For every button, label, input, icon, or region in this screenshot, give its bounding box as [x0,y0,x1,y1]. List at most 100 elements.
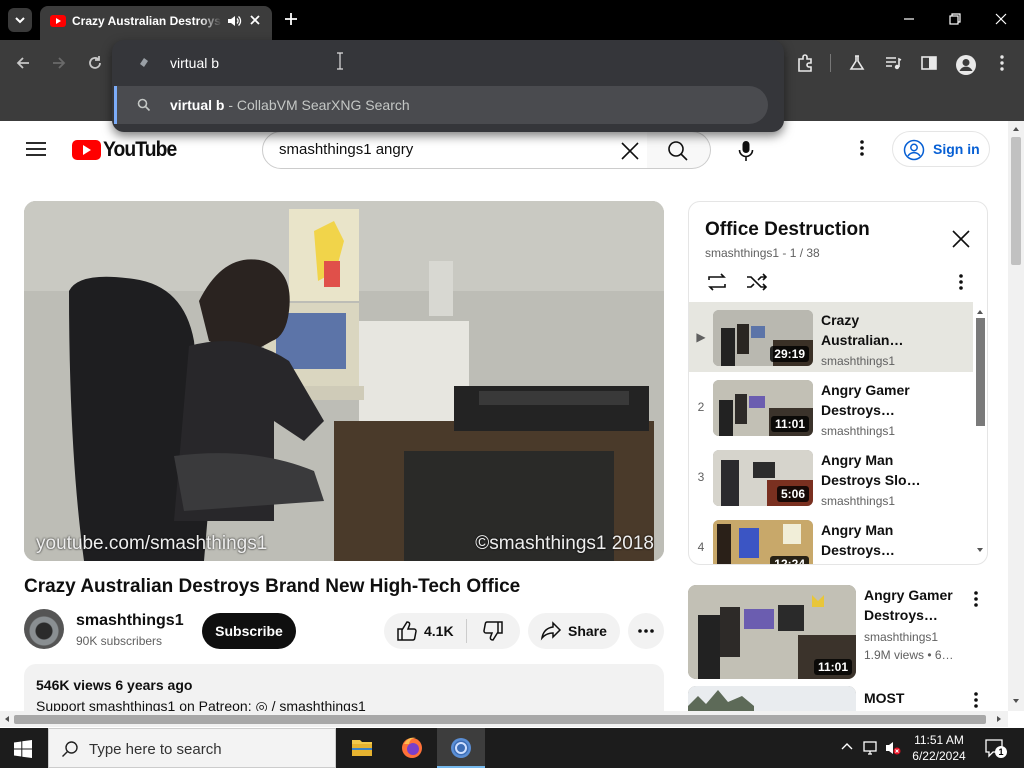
chrome-app[interactable] [437,728,485,768]
browser-tab[interactable]: Crazy Australian Destroys Brand New High… [40,6,272,40]
taskbar-search-box[interactable]: Type here to search [48,728,336,768]
page-vertical-scrollbar[interactable] [1008,121,1024,711]
notification-count-badge: 1 [995,746,1007,758]
reload-icon[interactable] [86,54,104,72]
share-label: Share [568,623,607,639]
close-icon[interactable] [951,229,971,249]
chevron-down-icon [15,17,25,24]
speaker-icon[interactable] [226,13,242,29]
recommended-title: Angry Gamer Destroys… [864,587,953,623]
taskbar-search-placeholder: Type here to search [89,741,222,758]
playlist-item-title: Angry Man Destroys Slo… [821,452,921,488]
restore-icon[interactable] [948,12,962,26]
vertical-scroll-thumb[interactable] [1011,137,1021,265]
folder-icon [352,740,372,756]
horizontal-scroll-thumb[interactable] [14,715,986,724]
extensions-icon[interactable] [796,54,814,72]
hamburger-menu-icon[interactable] [26,141,46,157]
playlist-item[interactable]: 4 12:24 Angry Man Destroys… smashthings1 [689,512,973,564]
page-horizontal-scrollbar[interactable] [0,711,1008,727]
video-watermark-left: youtube.com/smashthings1 [36,533,268,554]
profile-avatar-icon[interactable] [955,54,977,76]
suggestion-text: virtual b - CollabVM SearXNG Search [170,97,410,113]
thumbs-down-icon[interactable] [482,621,504,641]
settings-more-icon[interactable] [852,138,872,158]
close-tab-icon[interactable] [248,13,262,27]
like-dislike-group: 4.1K [384,613,520,649]
youtube-search-input[interactable]: smashthings1 angry [262,131,648,169]
windows-taskbar: Type here to search 11:51 AM 6/22/2024 1 [0,728,1024,768]
playlist-item[interactable]: 2 11:01 Angry Gamer Destroys… smashthing… [689,372,973,442]
more-actions-button[interactable] [628,613,664,649]
site-info-icon[interactable] [138,56,150,68]
playlist-item-index: 2 [697,400,705,414]
new-tab-icon[interactable] [282,10,300,28]
recommended-video[interactable]: 11:01 Angry Gamer Destroys… smashthings1… [688,585,1008,679]
search-icon [137,98,151,112]
voice-search-button[interactable] [728,132,764,168]
side-panel-icon[interactable] [920,54,938,72]
subscriber-count: 90K subscribers [76,634,163,648]
address-bar-input[interactable]: virtual b [170,55,219,71]
subscribe-button[interactable]: Subscribe [202,613,296,649]
microphone-icon [738,141,754,161]
omnibox-dropdown: virtual b virtual b - CollabVM SearXNG S… [112,40,784,132]
playlist-title[interactable]: Office Destruction [705,219,870,241]
playlist-items: ▶ 29:19 Crazy Australian… smashthings1 2… [689,302,973,564]
recommended-views: 1.9M views • 6… [864,648,954,662]
chrome-menu-icon[interactable] [994,54,1010,72]
file-explorer-app[interactable] [338,728,386,768]
windows-start-icon[interactable] [14,740,32,758]
channel-name[interactable]: smashthings1 [76,612,184,630]
more-horizontal-icon [638,629,654,633]
video-player[interactable]: youtube.com/smashthings1 ©smashthings1 2… [24,201,664,561]
shuffle-icon[interactable] [745,272,769,292]
media-controls-icon[interactable] [884,54,902,72]
volume-muted-icon[interactable] [884,740,902,756]
playlist-item-channel: smashthings1 [821,494,896,508]
network-icon[interactable] [862,740,880,756]
window-close-icon[interactable] [994,12,1008,26]
playlist-item-channel: smashthings1 [821,424,896,438]
duration-badge: 12:24 [770,556,809,564]
youtube-favicon-icon [50,15,66,27]
playlist-thumbnail: 29:19 [713,310,813,366]
playlist-scrollbar[interactable] [973,302,987,564]
playlist-thumbnail: 12:24 [713,520,813,564]
loop-icon[interactable] [705,272,729,292]
video-frame-image [24,201,664,561]
tray-chevron-up-icon[interactable] [840,740,854,754]
desktop: Crazy Australian Destroys Brand New High… [0,0,1024,768]
address-bar[interactable]: virtual b [112,40,784,84]
minimize-icon[interactable] [902,12,916,26]
playlist-item[interactable]: ▶ 29:19 Crazy Australian… smashthings1 [689,302,973,372]
recommended-video[interactable]: MOST [688,686,1008,711]
duration-badge: 11:01 [813,659,852,675]
search-icon [62,741,78,757]
tab-search-button[interactable] [8,8,32,32]
back-arrow-icon[interactable] [14,54,32,72]
labs-flask-icon[interactable] [848,54,866,72]
video-menu-icon[interactable] [966,690,986,710]
share-button[interactable]: Share [528,613,620,649]
forward-arrow-icon[interactable] [50,54,68,72]
youtube-search-button[interactable] [647,131,711,169]
thumbs-up-icon[interactable] [396,621,418,641]
recommended-thumbnail [688,686,856,711]
video-menu-icon[interactable] [966,589,986,609]
tab-strip: Crazy Australian Destroys Brand New High… [0,0,1024,40]
taskbar-clock[interactable]: 11:51 AM 6/22/2024 [904,732,974,764]
playlist-item-index: 3 [697,470,705,484]
youtube-logo[interactable]: YouTube [72,138,183,162]
sign-in-button[interactable]: Sign in [892,131,990,167]
playlist-item[interactable]: 3 5:06 Angry Man Destroys Slo… smashthin… [689,442,973,512]
share-arrow-icon [540,621,562,641]
playlist-menu-icon[interactable] [951,272,971,292]
channel-avatar[interactable] [24,609,64,649]
chrome-icon [451,738,471,758]
clear-search-icon[interactable] [619,140,641,162]
notification-center-button[interactable]: 1 [984,738,1007,758]
firefox-app[interactable] [388,728,436,768]
like-count[interactable]: 4.1K [424,623,454,639]
omnibox-suggestion[interactable]: virtual b - CollabVM SearXNG Search [114,86,768,124]
